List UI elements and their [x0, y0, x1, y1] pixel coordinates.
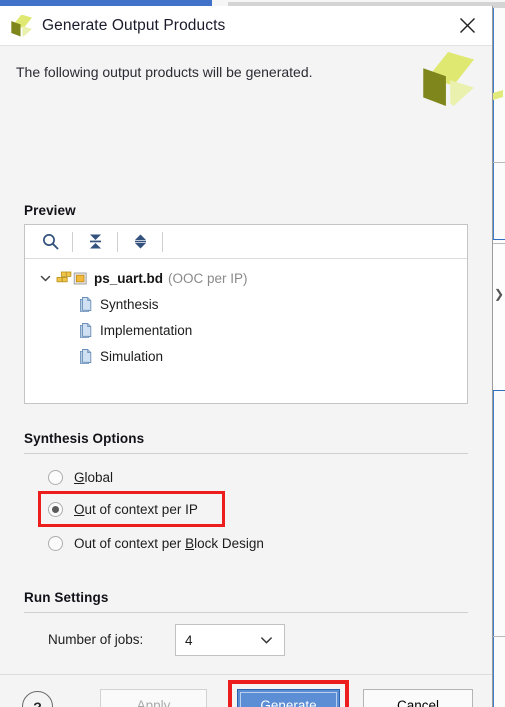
section-divider: [24, 612, 468, 613]
toolbar-divider: [162, 231, 163, 252]
toolbar-divider: [72, 231, 73, 252]
radio-global[interactable]: Global: [48, 470, 113, 485]
dialog-title: Generate Output Products: [42, 16, 226, 34]
search-icon[interactable]: [33, 227, 67, 257]
background-panel-divider: [493, 636, 505, 637]
tree-item-label: Synthesis: [100, 296, 159, 312]
run-settings-section-title: Run Settings: [24, 590, 109, 605]
radio-label: Global: [74, 470, 114, 485]
output-product-icon: [79, 322, 94, 338]
tree-item-label: Simulation: [100, 348, 164, 364]
background-panel-divider: [493, 243, 505, 244]
tree-node-suffix: (OOC per IP): [168, 270, 248, 286]
xilinx-hero-logo-icon: [420, 52, 474, 106]
radio-label: Out of context per IP: [74, 502, 198, 517]
expand-all-icon[interactable]: [123, 227, 157, 257]
radio-indicator[interactable]: [48, 502, 63, 517]
tree-node-name: ps_uart.bd: [94, 270, 164, 286]
synthesis-options-section-title: Synthesis Options: [24, 431, 145, 446]
section-divider: [24, 453, 468, 454]
number-of-jobs-label: Number of jobs:: [48, 632, 144, 647]
xilinx-logo-icon: [10, 14, 32, 37]
background-panel-selected-row: [493, 239, 505, 391]
close-icon[interactable]: [450, 11, 484, 41]
tree-row-implementation[interactable]: Implementation: [25, 317, 467, 343]
ip-module-icon: [73, 271, 88, 286]
number-of-jobs-select[interactable]: 4: [175, 624, 285, 656]
preview-toolbar: [25, 225, 467, 259]
background-panel-divider: [493, 162, 505, 163]
apply-button: Apply: [100, 689, 207, 707]
tree-row-simulation[interactable]: Simulation: [25, 343, 467, 369]
block-design-icon: [56, 271, 72, 286]
preview-section-title: Preview: [24, 203, 76, 218]
footer-divider: [0, 674, 492, 675]
chevron-down-icon[interactable]: [260, 634, 273, 647]
intro-text: The following output products will be ge…: [16, 64, 313, 80]
background-chevron-icon: ❯: [494, 287, 505, 301]
output-product-icon: [79, 348, 94, 364]
number-of-jobs-value: 4: [185, 632, 193, 648]
tree-item-label: Implementation: [100, 322, 193, 338]
toolbar-divider: [117, 231, 118, 252]
help-button[interactable]: ?: [22, 691, 53, 707]
radio-out-of-context-per-block-design[interactable]: Out of context per Block Design: [48, 536, 264, 551]
tree-row-root[interactable]: ps_uart.bd (OOC per IP): [25, 265, 467, 291]
preview-tree: ps_uart.bd (OOC per IP) Synthesis Implem…: [25, 259, 467, 369]
chevron-down-icon[interactable]: [37, 273, 53, 284]
tree-row-synthesis[interactable]: Synthesis: [25, 291, 467, 317]
preview-panel: ps_uart.bd (OOC per IP) Synthesis Implem…: [24, 224, 468, 404]
dialog-titlebar: Generate Output Products: [0, 6, 492, 46]
radio-indicator[interactable]: [48, 536, 63, 551]
generate-output-products-dialog: Generate Output Products The following o…: [0, 6, 493, 707]
generate-button[interactable]: Generate: [237, 689, 340, 707]
radio-out-of-context-per-ip[interactable]: Out of context per IP: [48, 502, 198, 517]
output-product-icon: [79, 296, 94, 312]
radio-indicator[interactable]: [48, 470, 63, 485]
dialog-body: The following output products will be ge…: [0, 46, 492, 707]
cancel-button[interactable]: Cancel: [363, 689, 473, 707]
radio-label: Out of context per Block Design: [74, 536, 264, 551]
collapse-all-icon[interactable]: [78, 227, 112, 257]
